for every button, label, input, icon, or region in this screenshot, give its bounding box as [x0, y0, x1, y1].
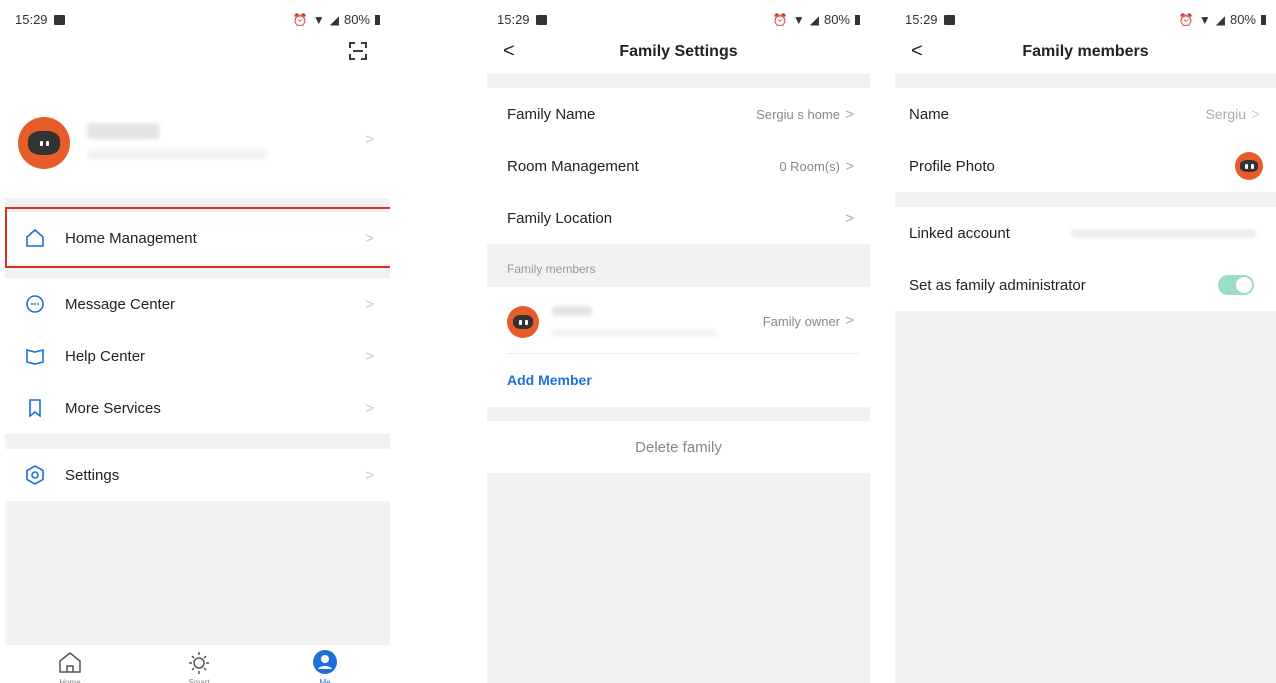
divider	[507, 353, 860, 354]
battery-icon	[375, 14, 380, 25]
family-member-detail-screen: 15:29 ⏰ ▼ ◢ 80% < Family members Name Se…	[895, 0, 1276, 683]
menu-label: More Services	[65, 399, 161, 417]
row-label: Set as family administrator	[909, 276, 1086, 294]
chat-bubble-icon	[25, 294, 45, 314]
highlight-box	[5, 207, 390, 268]
member-row[interactable]: Family owner >	[487, 292, 870, 352]
status-time: 15:29	[497, 12, 530, 27]
chevron-right-icon: >	[845, 312, 854, 329]
menu-item-settings[interactable]: Settings >	[5, 449, 390, 501]
alarm-icon: ⏰	[772, 12, 788, 27]
battery-percent: 80%	[823, 12, 850, 27]
chevron-right-icon: >	[845, 209, 854, 227]
menu-item-message-center[interactable]: Message Center >	[5, 278, 390, 330]
row-value: Sergiu s home	[756, 106, 840, 122]
page-title: Family Settings	[619, 43, 738, 60]
member-role: Family owner	[762, 314, 840, 329]
hexagon-gear-icon	[25, 465, 45, 485]
row-value: Sergiu	[1205, 106, 1246, 122]
tab-label: Smart	[188, 678, 210, 683]
family-settings-screen: 15:29 ⏰ ▼ ◢ 80% < Family Settings Family…	[487, 0, 870, 683]
chevron-right-icon: >	[365, 295, 374, 313]
row-profile-photo[interactable]: Profile Photo	[895, 140, 1276, 192]
home-tab-icon	[57, 649, 83, 677]
chevron-right-icon: >	[365, 131, 374, 148]
chevron-right-icon: >	[845, 105, 854, 123]
chevron-right-icon: >	[1251, 105, 1260, 123]
page-title: Family members	[1022, 43, 1149, 60]
gallery-icon	[535, 14, 547, 25]
back-arrow-icon[interactable]: <	[503, 40, 515, 63]
profile-card[interactable]: >	[5, 105, 390, 175]
status-time: 15:29	[15, 12, 48, 27]
row-room-management[interactable]: Room Management 0 Room(s) >	[487, 140, 870, 192]
row-value: 0 Room(s)	[779, 158, 840, 174]
battery-icon	[855, 14, 860, 25]
chevron-right-icon: >	[365, 466, 374, 484]
signal-icon: ◢	[809, 12, 819, 27]
row-linked-account: Linked account	[895, 207, 1276, 259]
book-icon	[25, 346, 45, 366]
chevron-right-icon: >	[365, 347, 374, 365]
signal-icon: ◢	[1215, 12, 1225, 27]
menu-item-more-services[interactable]: More Services >	[5, 382, 390, 434]
back-arrow-icon[interactable]: <	[911, 40, 923, 63]
nav-bar: < Family Settings	[487, 30, 870, 74]
tab-home[interactable]: Home	[55, 649, 85, 683]
row-label: Profile Photo	[909, 157, 995, 175]
bookmark-icon	[25, 398, 45, 418]
chevron-right-icon: >	[365, 399, 374, 417]
status-time: 15:29	[905, 12, 938, 27]
avatar	[507, 306, 539, 338]
menu-label: Settings	[65, 466, 120, 484]
wifi-icon: ▼	[1198, 12, 1211, 27]
battery-icon	[1261, 14, 1266, 25]
menu-label: Help Center	[65, 347, 146, 365]
wifi-icon: ▼	[792, 12, 805, 27]
delete-family-label: Delete family	[635, 438, 722, 456]
blurred-member-name	[552, 306, 592, 316]
battery-percent: 80%	[1229, 12, 1256, 27]
scan-icon[interactable]	[348, 41, 368, 61]
row-label: Room Management	[507, 157, 639, 175]
avatar	[1235, 152, 1263, 180]
battery-percent: 80%	[343, 12, 370, 27]
gallery-icon	[943, 14, 955, 25]
chevron-right-icon: >	[845, 157, 854, 175]
blurred-username	[87, 123, 159, 139]
alarm-icon: ⏰	[292, 12, 308, 27]
sun-icon	[186, 649, 212, 677]
tab-smart[interactable]: Smart	[182, 649, 216, 683]
person-icon	[312, 649, 338, 677]
blurred-email	[87, 149, 267, 159]
row-family-location[interactable]: Family Location >	[487, 192, 870, 244]
wifi-icon: ▼	[312, 12, 325, 27]
administrator-toggle[interactable]	[1218, 275, 1254, 295]
row-label: Name	[909, 105, 950, 123]
row-family-administrator[interactable]: Set as family administrator	[895, 259, 1276, 311]
tab-label: Home	[59, 678, 81, 683]
status-bar: 15:29 ⏰ ▼ ◢ 80%	[5, 0, 390, 40]
menu-label: Message Center	[65, 295, 176, 313]
avatar	[18, 117, 70, 169]
blurred-member-email	[552, 330, 717, 337]
gallery-icon	[53, 14, 65, 25]
row-label: Family Location	[507, 209, 613, 227]
add-member-link[interactable]: Add Member	[507, 372, 592, 388]
tab-label: Me	[319, 678, 331, 683]
menu-item-help-center[interactable]: Help Center >	[5, 330, 390, 382]
tab-me[interactable]: Me	[310, 649, 340, 683]
row-label: Family Name	[507, 105, 596, 123]
signal-icon: ◢	[329, 12, 339, 27]
section-header-family-members: Family members	[507, 262, 596, 276]
alarm-icon: ⏰	[1178, 12, 1194, 27]
me-screen: 15:29 ⏰ ▼ ◢ 80% > Home Management > Mess…	[5, 0, 390, 683]
row-name[interactable]: Name Sergiu >	[895, 88, 1276, 140]
row-family-name[interactable]: Family Name Sergiu s home >	[487, 88, 870, 140]
nav-bar: < Family members	[895, 30, 1276, 74]
row-label: Linked account	[909, 224, 1010, 242]
delete-family-button[interactable]: Delete family	[487, 421, 870, 473]
blurred-linked-email	[1071, 230, 1256, 237]
